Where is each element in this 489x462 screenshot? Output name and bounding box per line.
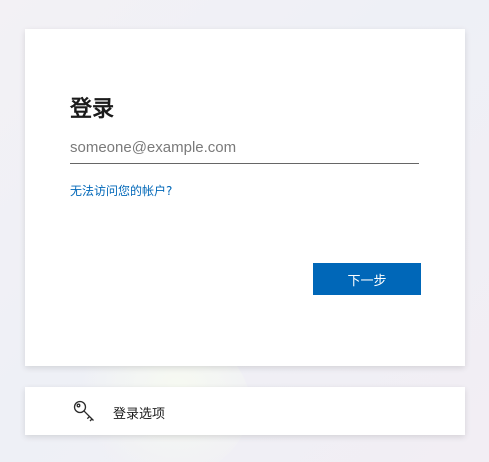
- signin-options-label: 登录选项: [113, 407, 166, 422]
- email-field[interactable]: [70, 136, 419, 164]
- key-icon: [72, 399, 98, 425]
- page-title: 登录: [70, 97, 115, 122]
- signin-card: 登录 无法访问您的帐户? 下一步: [25, 29, 465, 366]
- next-button[interactable]: 下一步: [313, 263, 421, 295]
- signin-options-button[interactable]: 登录选项: [25, 387, 465, 435]
- cant-access-account-link[interactable]: 无法访问您的帐户?: [70, 182, 172, 199]
